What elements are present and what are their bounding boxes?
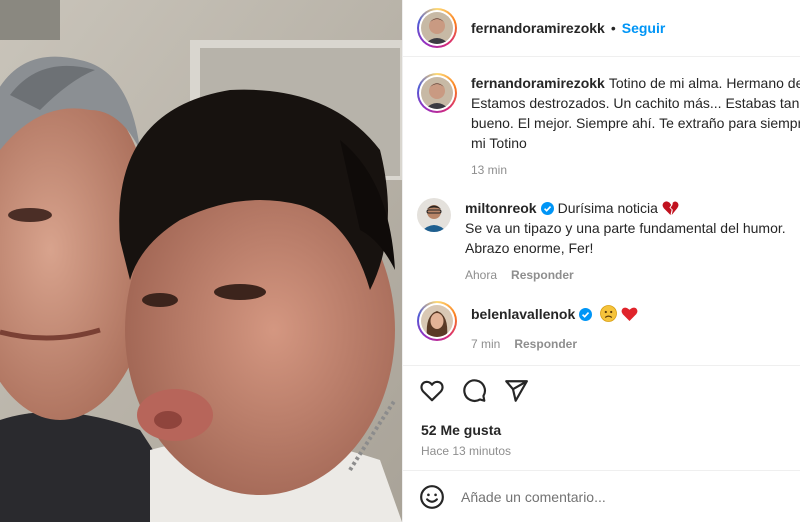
emoji-smile-icon[interactable] [419,484,445,510]
reply-button[interactable]: Responder [514,337,577,351]
caption-time[interactable]: 13 min [471,163,507,177]
comment-line: Se va un tipazo y una parte fundamental … [465,220,786,236]
post-header: fernandoramirezokk • Seguir [403,0,800,57]
comment-time[interactable]: Ahora [465,268,497,282]
comment-time[interactable]: 7 min [471,337,500,351]
comment-meta: 7 min Responder [471,337,800,351]
comment-body: belenlavallenok 7 min Responder [471,301,800,351]
comment-avatar-image [417,198,451,232]
post-photo[interactable] [0,0,402,522]
post-photo-image [0,0,402,522]
comment-username[interactable]: belenlavallenok [471,306,575,322]
comment-line: belenlavallenok [471,301,800,327]
comment-bubble-icon[interactable] [461,378,487,404]
likes-count[interactable]: 52 Me gusta [421,422,501,438]
author-avatar-image [421,12,453,44]
caption-username[interactable]: fernandoramirezokk [471,75,605,91]
broken-heart-icon [662,201,679,215]
verified-badge-icon [540,202,554,215]
caption-line: fernandoramirezokk Totino de mi alma. Her… [471,73,800,93]
reply-button[interactable]: Responder [511,268,574,282]
caption-line: mi Totino [471,135,527,151]
comment-input[interactable] [461,488,761,505]
caption-text: Totino de mi alma. Hermano de [608,75,800,91]
author-avatar[interactable] [417,8,457,48]
caption-line: bueno. El mejor. Siempre ahí. Te extraño… [471,115,800,131]
share-send-icon[interactable] [503,378,529,404]
comments-list[interactable]: fernandoramirezokk Totino de mi alma. Her… [403,57,800,365]
post-time[interactable]: Hace 13 minutos [421,444,511,458]
comment-avatar[interactable] [417,198,451,232]
caption-body: fernandoramirezokk Totino de mi alma. Her… [471,73,800,177]
comment-meta: Ahora Responder [465,268,800,282]
comment-text: Durísima noticia [557,200,658,216]
comment-avatar[interactable] [417,301,457,341]
post-sidebar: fernandoramirezokk • Seguir fernandorami… [402,0,800,522]
comment-item: miltonreok Durísima noticia Se va un tipa… [417,198,800,282]
caption-meta: 13 min [471,163,800,177]
caption-avatar-image [421,77,453,109]
caption-avatar[interactable] [417,73,457,113]
comment-body: miltonreok Durísima noticia Se va un tipa… [465,198,800,282]
caption: fernandoramirezokk Totino de mi alma. Her… [417,73,800,177]
comment-line: miltonreok Durísima noticia [465,198,800,218]
comment-item: belenlavallenok 7 min Responder [417,301,800,351]
action-icons [419,378,529,404]
separator-dot: • [610,20,616,36]
add-comment-bar [403,470,800,522]
comment-line: Abrazo enorme, Fer! [465,240,594,256]
verified-badge-icon [579,308,593,321]
comment-username[interactable]: miltonreok [465,200,537,216]
post-actions: 52 Me gusta Hace 13 minutos [403,365,800,470]
follow-button[interactable]: Seguir [622,20,666,36]
red-heart-icon [621,307,638,321]
caption-line: Estamos destrozados. Un cachito más... E… [471,95,800,111]
author-username[interactable]: fernandoramirezokk [471,20,605,36]
comment-avatar-image [421,305,453,337]
like-heart-icon[interactable] [419,378,445,404]
sad-face-icon [600,305,618,322]
